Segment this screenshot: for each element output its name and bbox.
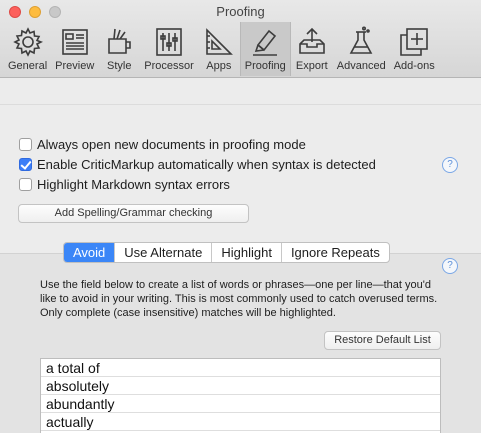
- apps-icon: [202, 25, 236, 59]
- toolbar-label: Style: [107, 60, 132, 72]
- toolbar-add-ons[interactable]: Add-ons: [390, 22, 439, 76]
- toolbar-processor[interactable]: Processor: [140, 22, 198, 76]
- toolbar-label: General: [8, 60, 48, 72]
- preferences-toolbar: General Preview Style Processor Apps Pro…: [4, 22, 439, 76]
- highlight-errors-checkbox[interactable]: [19, 178, 32, 191]
- avoid-words-field[interactable]: a total of absolutely abundantly actuall…: [40, 358, 441, 433]
- criticmarkup-help-button[interactable]: ?: [442, 157, 458, 173]
- tab-avoid[interactable]: Avoid: [64, 243, 115, 262]
- list-item[interactable]: abundantly: [41, 395, 440, 413]
- toolbar-general[interactable]: General: [4, 22, 51, 76]
- toolbar-advanced[interactable]: Advanced: [333, 22, 390, 76]
- toolbar-label: Preview: [55, 60, 95, 72]
- criticmarkup-label: Enable CriticMarkup automatically when s…: [37, 157, 376, 172]
- toolbar-separator-band: [0, 79, 481, 105]
- style-icon: [102, 25, 136, 59]
- toolbar-apps[interactable]: Apps: [198, 22, 240, 76]
- always-open-option[interactable]: Always open new documents in proofing mo…: [19, 137, 306, 152]
- gear-icon: [11, 25, 45, 59]
- avoid-description: Use the field below to create a list of …: [40, 279, 438, 319]
- criticmarkup-checkbox[interactable]: [19, 158, 32, 171]
- add-spelling-grammar-button[interactable]: Add Spelling/Grammar checking: [18, 204, 249, 223]
- always-open-label: Always open new documents in proofing mo…: [37, 137, 306, 152]
- title-bar: Proofing General Preview Style Processor…: [0, 0, 481, 78]
- toolbar-label: Processor: [144, 60, 194, 72]
- toolbar-label: Add-ons: [393, 60, 435, 72]
- toolbar-export[interactable]: Export: [291, 22, 333, 76]
- toolbar-proofing[interactable]: Proofing: [239, 22, 291, 76]
- always-open-checkbox[interactable]: [19, 138, 32, 151]
- toolbar-label: Export: [295, 60, 328, 72]
- preview-icon: [58, 25, 92, 59]
- toolbar-label: Proofing: [244, 60, 286, 72]
- preferences-window: Proofing General Preview Style Processor…: [0, 0, 481, 433]
- export-icon: [295, 25, 329, 59]
- advanced-icon: [344, 25, 378, 59]
- tab-use-alternate[interactable]: Use Alternate: [114, 243, 211, 262]
- avoid-help-button[interactable]: ?: [442, 258, 458, 274]
- toolbar-preview[interactable]: Preview: [51, 22, 98, 76]
- highlight-errors-label: Highlight Markdown syntax errors: [37, 177, 230, 192]
- word-list-tabs: Avoid Use Alternate Highlight Ignore Rep…: [63, 242, 390, 263]
- list-item[interactable]: absolutely: [41, 377, 440, 395]
- restore-default-list-button[interactable]: Restore Default List: [324, 331, 441, 350]
- list-item[interactable]: a total of: [41, 359, 440, 377]
- add-ons-icon: [397, 25, 431, 59]
- toolbar-label: Advanced: [336, 60, 386, 72]
- tab-highlight[interactable]: Highlight: [211, 243, 281, 262]
- processor-icon: [152, 25, 186, 59]
- window-title: Proofing: [216, 4, 265, 19]
- toolbar-style[interactable]: Style: [98, 22, 140, 76]
- list-item[interactable]: actually: [41, 413, 440, 431]
- toolbar-label: Apps: [206, 60, 232, 72]
- tab-ignore-repeats[interactable]: Ignore Repeats: [280, 243, 389, 262]
- criticmarkup-option[interactable]: Enable CriticMarkup automatically when s…: [19, 157, 376, 172]
- proofing-icon: [248, 25, 282, 59]
- highlight-errors-option[interactable]: Highlight Markdown syntax errors: [19, 177, 230, 192]
